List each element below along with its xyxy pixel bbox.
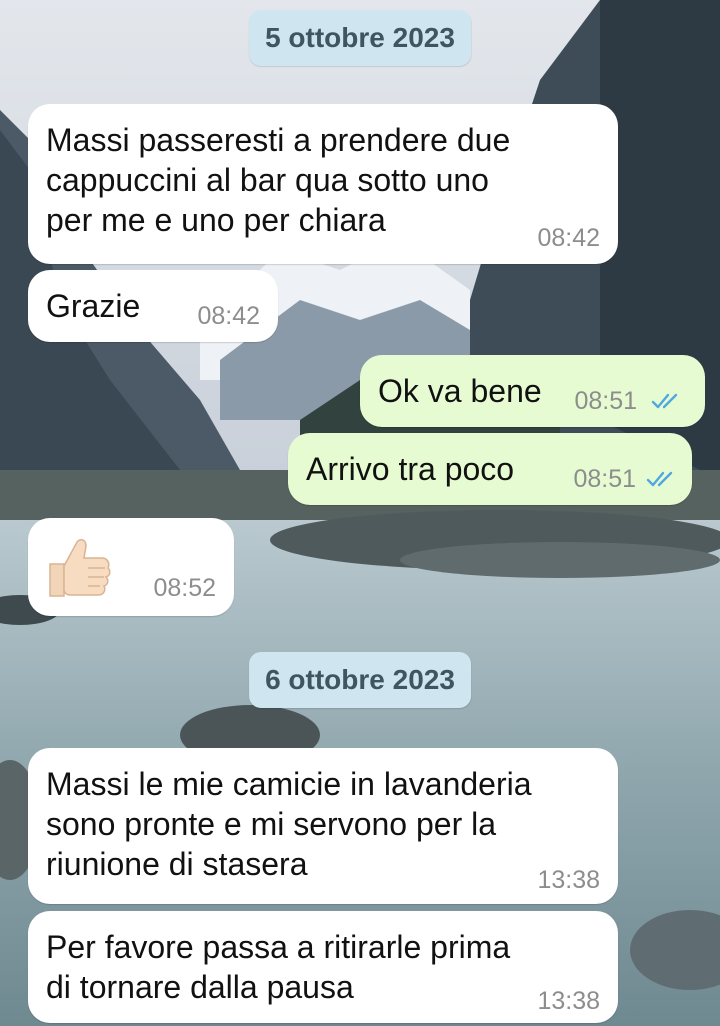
date-separator: 5 ottobre 2023	[249, 10, 471, 66]
message-text: Ok va bene	[378, 373, 542, 409]
message-time: 08:42	[537, 224, 600, 252]
message-text: Arrivo tra poco	[306, 451, 515, 487]
message-time: 08:51	[574, 387, 637, 415]
message-time: 13:38	[537, 866, 600, 894]
double-check-icon	[651, 393, 678, 409]
outgoing-message[interactable]: Ok va bene 08:51	[360, 355, 705, 427]
incoming-message[interactable]: Per favore passa a ritirarle prima di to…	[28, 911, 618, 1023]
message-text: Grazie	[46, 288, 141, 324]
message-time: 13:38	[537, 987, 600, 1015]
thumbs-up-icon	[49, 539, 111, 597]
message-time: 08:42	[197, 302, 260, 330]
message-time: 08:51	[573, 465, 636, 493]
double-check-icon	[646, 471, 673, 487]
incoming-message[interactable]: Massi le mie camicie in lavanderia sono …	[28, 748, 618, 904]
message-time: 08:52	[153, 574, 216, 602]
outgoing-message[interactable]: Arrivo tra poco 08:51	[288, 433, 692, 505]
message-text: Massi passeresti a prendere due cappucci…	[46, 122, 511, 238]
date-separator: 6 ottobre 2023	[249, 652, 471, 708]
incoming-message[interactable]: Massi passeresti a prendere due cappucci…	[28, 104, 618, 264]
incoming-message[interactable]: 08:52	[28, 518, 234, 616]
message-text: Per favore passa a ritirarle prima di to…	[46, 929, 511, 1005]
message-text: Massi le mie camicie in lavanderia sono …	[46, 766, 532, 882]
incoming-message[interactable]: Grazie 08:42	[28, 270, 278, 342]
